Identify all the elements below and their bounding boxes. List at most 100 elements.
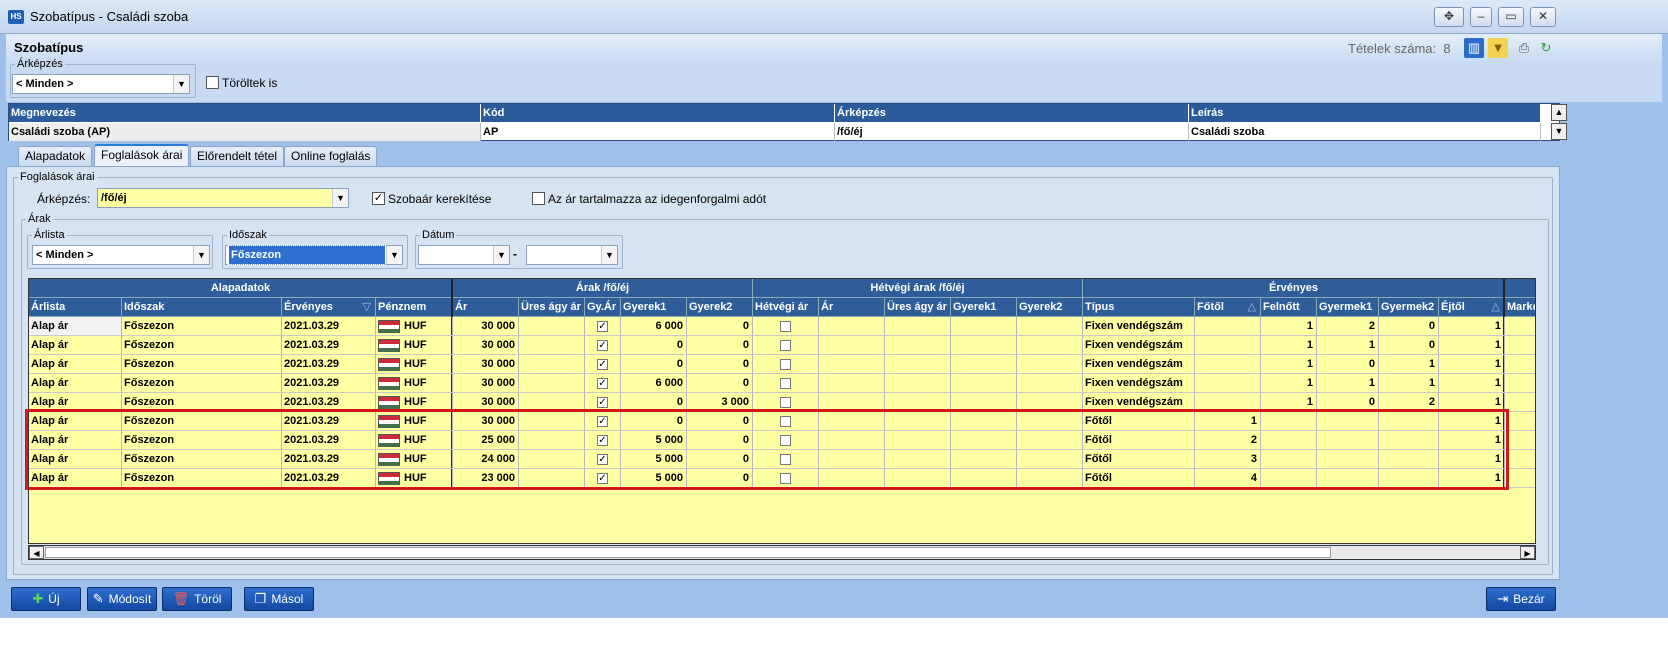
- cell-tipus[interactable]: Fixen vendégszám: [1083, 336, 1195, 355]
- gy-ar-checkbox[interactable]: ✓: [597, 377, 608, 389]
- cell-marke[interactable]: [1505, 336, 1535, 355]
- cell-gyerek-ar[interactable]: ✓: [585, 374, 621, 393]
- table-row[interactable]: Alap ár Főszezon 2021.03.29 HUF 30 000 ✓ 0 0 Fix…: [29, 355, 1535, 374]
- cell-fotol[interactable]: [1195, 317, 1261, 336]
- cell-leiras[interactable]: Családi szoba: [1189, 123, 1541, 141]
- print-icon[interactable]: ⎙: [1514, 38, 1534, 58]
- layout-icon[interactable]: ▥: [1464, 38, 1484, 58]
- col-header-ures-agy-ar[interactable]: Üres ágy ár: [519, 298, 585, 317]
- cell-gyermek2[interactable]: 1: [1379, 355, 1439, 374]
- col-header-ar[interactable]: Ár: [453, 298, 519, 317]
- close-form-button[interactable]: ⇥ Bezár: [1486, 587, 1556, 611]
- maximize-button[interactable]: ▭: [1498, 7, 1524, 27]
- cell-tipus[interactable]: Fixen vendégszám: [1083, 355, 1195, 374]
- cell-marke[interactable]: [1505, 431, 1535, 450]
- col-header-ervenyes[interactable]: Érvényes ▽: [282, 298, 376, 317]
- edit-button[interactable]: ✎ Módosít: [87, 587, 157, 611]
- hetvegi-ar-checkbox[interactable]: [780, 320, 791, 332]
- col-header-felnott[interactable]: Felnőtt: [1261, 298, 1317, 317]
- cell-gyerek2[interactable]: 0: [687, 355, 753, 374]
- cell-felnott[interactable]: 1: [1261, 355, 1317, 374]
- tab-online-foglalas[interactable]: Online foglalás: [284, 146, 378, 167]
- cell-felnott[interactable]: 1: [1261, 336, 1317, 355]
- cell-hetvegi-ar[interactable]: [753, 355, 819, 374]
- cell-penznem[interactable]: HUF: [376, 336, 453, 355]
- col-header-gyerek1[interactable]: Gyerek1: [621, 298, 687, 317]
- cell-gyermek1[interactable]: 2: [1317, 317, 1379, 336]
- cell-gyerek1[interactable]: 6 000: [621, 317, 687, 336]
- cell-ar[interactable]: 30 000: [453, 336, 519, 355]
- sort-icon[interactable]: △: [1492, 298, 1500, 316]
- hetvegi-ar-checkbox[interactable]: [780, 339, 791, 351]
- tab-foglalasok-arai[interactable]: Foglalások árai: [94, 144, 190, 167]
- cell-ures-agy-ar[interactable]: [519, 317, 585, 336]
- idegenforg-checkbox[interactable]: [532, 192, 545, 205]
- cell-marke[interactable]: [1505, 374, 1535, 393]
- cell-ervenyes[interactable]: 2021.03.29: [282, 336, 376, 355]
- datum-from-picker[interactable]: ▼: [418, 245, 510, 265]
- cell-ar[interactable]: 30 000: [453, 355, 519, 374]
- close-button[interactable]: ✕: [1530, 7, 1556, 27]
- cell-gyerek1[interactable]: 6 000: [621, 374, 687, 393]
- col-header-arlista[interactable]: Árlista: [29, 298, 122, 317]
- cell-gyermek1[interactable]: 0: [1317, 355, 1379, 374]
- cell-megnevezes[interactable]: Családi szoba (AP): [9, 123, 481, 141]
- hetvegi-ar-checkbox[interactable]: [780, 396, 791, 408]
- col-leiras[interactable]: Leírás: [1189, 104, 1541, 122]
- szobaar-checkbox[interactable]: ✓: [372, 192, 385, 205]
- cell-fotol[interactable]: [1195, 355, 1261, 374]
- cell-hetvegi-ar[interactable]: [753, 317, 819, 336]
- cell-hetvegi-ar[interactable]: [753, 374, 819, 393]
- cell-arlista[interactable]: Alap ár: [29, 317, 122, 336]
- scroll-down-icon[interactable]: ▼: [1551, 123, 1567, 140]
- cell-gyerek2[interactable]: 0: [687, 374, 753, 393]
- cell-ures-agy-ar[interactable]: [519, 374, 585, 393]
- cell-gyerek1[interactable]: 0: [621, 355, 687, 374]
- cell-marke[interactable]: [1505, 317, 1535, 336]
- table-row[interactable]: Alap ár Főszezon 2021.03.29 HUF 30 000 ✓ 6 000…: [29, 317, 1535, 336]
- cell-gyerek-ar[interactable]: ✓: [585, 336, 621, 355]
- cell-marke[interactable]: [1505, 355, 1535, 374]
- idoszak-select[interactable]: Főszezon ▼: [225, 245, 403, 265]
- col-header-penznem[interactable]: Pénznem: [376, 298, 453, 317]
- tab-alapadatok[interactable]: Alapadatok: [18, 146, 93, 167]
- cell-fotol[interactable]: [1195, 336, 1261, 355]
- cell-gyermek1[interactable]: 1: [1317, 336, 1379, 355]
- arkepzes-filter-select[interactable]: < Minden > ▼: [12, 74, 190, 94]
- cell-hetvegi-ar-ertek[interactable]: [819, 317, 885, 336]
- cell-gyermek1[interactable]: 1: [1317, 374, 1379, 393]
- datum-to-picker[interactable]: ▼: [526, 245, 618, 265]
- cell-gyerek1[interactable]: 0: [621, 336, 687, 355]
- cell-gyermek2[interactable]: 1: [1379, 374, 1439, 393]
- cell-gyerek2[interactable]: 0: [687, 317, 753, 336]
- arlista-select[interactable]: < Minden > ▼: [32, 245, 210, 265]
- cell-ervenyes[interactable]: 2021.03.29: [282, 355, 376, 374]
- hetvegi-ar-checkbox[interactable]: [780, 377, 791, 389]
- cell-gyerek-ar[interactable]: ✓: [585, 317, 621, 336]
- cell-ejtol[interactable]: 1: [1439, 355, 1505, 374]
- cell-hetvegi-gyerek1[interactable]: [951, 317, 1017, 336]
- col-header-hetvegi-ures-agy-ar[interactable]: Üres ágy ár: [885, 298, 951, 317]
- col-header-hetvegi-gyerek1[interactable]: Gyerek1: [951, 298, 1017, 317]
- sort-icon[interactable]: ▽: [363, 298, 371, 316]
- col-header-gyerek-ar[interactable]: Gy.Ár: [585, 298, 621, 317]
- cell-hetvegi-gyerek1[interactable]: [951, 374, 1017, 393]
- cell-idoszak[interactable]: Főszezon: [122, 317, 282, 336]
- col-arkepzes[interactable]: Árképzés: [835, 104, 1189, 122]
- cell-ejtol[interactable]: 1: [1439, 317, 1505, 336]
- new-button[interactable]: ✚ Új: [11, 587, 81, 611]
- col-header-tipus[interactable]: Típus: [1083, 298, 1195, 317]
- tab-elorendelt-tetel[interactable]: Előrendelt tétel: [190, 146, 285, 167]
- cell-penznem[interactable]: HUF: [376, 374, 453, 393]
- minimize-button[interactable]: –: [1470, 7, 1492, 27]
- cell-tipus[interactable]: Fixen vendégszám: [1083, 317, 1195, 336]
- refresh-icon[interactable]: ↻: [1536, 38, 1556, 58]
- cell-idoszak[interactable]: Főszezon: [122, 374, 282, 393]
- cell-hetvegi-ures-agy-ar[interactable]: [885, 317, 951, 336]
- delete-button[interactable]: 🗑 Töröl: [162, 587, 232, 611]
- col-header-ejtol[interactable]: Éjtől △: [1439, 298, 1505, 317]
- scroll-right-icon[interactable]: ▶: [1520, 546, 1535, 559]
- cell-idoszak[interactable]: Főszezon: [122, 355, 282, 374]
- arkepzes-select[interactable]: /fő/éj ▼: [97, 188, 349, 208]
- sort-icon[interactable]: △: [1248, 298, 1256, 316]
